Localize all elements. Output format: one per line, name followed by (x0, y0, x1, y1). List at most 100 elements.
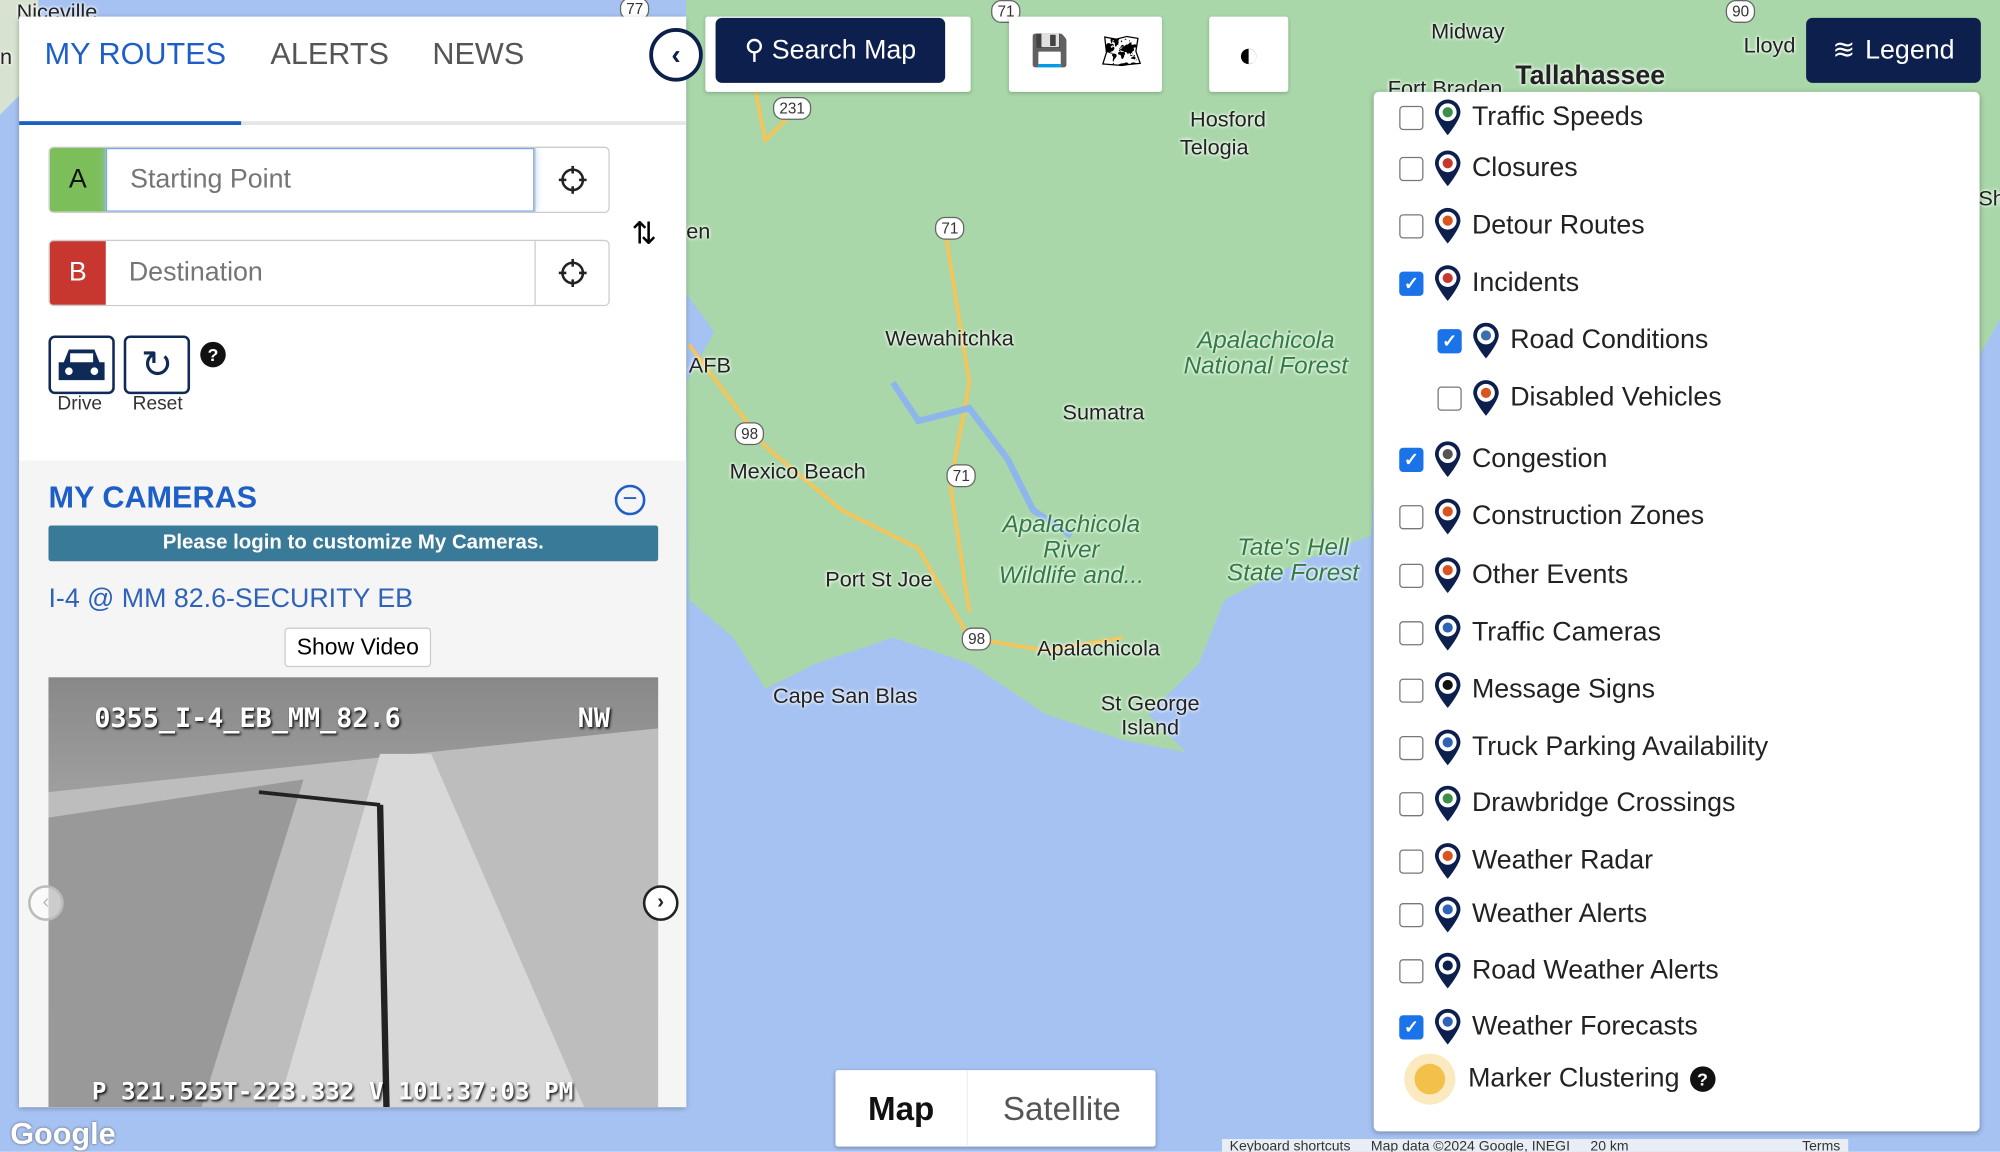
legend-item-drawbridge-crossings[interactable]: Drawbridge Crossings (1399, 784, 1735, 822)
swap-icon[interactable]: ⇅ (631, 216, 657, 253)
legend-checkbox[interactable] (1399, 504, 1424, 529)
map-label: Hosford (1190, 107, 1266, 132)
contrast-toggle-button[interactable]: ◐ (1209, 16, 1289, 92)
legend-item-label: Road Weather Alerts (1471, 955, 1719, 985)
map-label: Lloyd (1743, 33, 1796, 58)
legend-checkbox[interactable] (1399, 563, 1424, 588)
locate-start-button[interactable] (534, 147, 608, 212)
destination-input[interactable] (105, 241, 535, 305)
legend-checkbox[interactable] (1399, 902, 1424, 927)
map-label: Apalachicola National Forest (1183, 327, 1349, 381)
my-cameras-section: MY CAMERAS − Please login to customize M… (19, 460, 687, 1108)
drawbridge-icon (1434, 785, 1461, 822)
reset-label: Reset (132, 392, 183, 415)
legend-checkbox[interactable] (1399, 156, 1424, 181)
legend-item-label: Traffic Cameras (1471, 617, 1661, 647)
legend-item-label: Weather Radar (1471, 845, 1654, 875)
legend-label: Legend (1865, 35, 1955, 65)
legend-item-weather-alerts[interactable]: Weather Alerts (1399, 895, 1647, 933)
drive-label: Drive (57, 392, 103, 415)
legend-checkbox[interactable]: ✓ (1437, 328, 1462, 353)
collapse-panel-button[interactable]: ‹ (649, 28, 703, 82)
contrast-icon: ◐ (1237, 33, 1260, 74)
legend-item-label: Message Signs (1471, 674, 1656, 705)
legend-item-traffic-speeds[interactable]: Traffic Speeds (1399, 98, 1643, 136)
save-icon[interactable]: 💾 (1031, 33, 1069, 70)
map-marker-icon[interactable]: 🗺 (1101, 32, 1143, 72)
legend-checkbox[interactable] (1399, 677, 1424, 703)
legend-checkbox[interactable] (1399, 213, 1424, 238)
legend-panel: Traffic Speeds Closures Detour Routes ✓ Inci… (1373, 91, 1980, 1132)
map-label: Cape San Blas (772, 683, 918, 708)
search-map-button[interactable]: ⚲ Search Map (715, 17, 946, 83)
legend-item-detour-routes[interactable]: Detour Routes (1399, 207, 1645, 245)
legend-checkbox[interactable]: ✓ (1399, 1014, 1424, 1039)
side-panel: MY ROUTES ALERTS NEWS A B ⇅ Drive ↻ Rese… (19, 16, 687, 1108)
app: Niceville n Midway Tallahassee Lloyd Hos… (0, 0, 2000, 1152)
legend-checkbox[interactable] (1399, 958, 1424, 983)
congestion-icon (1434, 441, 1461, 478)
legend-checkbox[interactable] (1399, 105, 1424, 130)
tab-alerts[interactable]: ALERTS (270, 37, 389, 73)
help-icon[interactable]: ? (1689, 1066, 1716, 1092)
drive-button[interactable] (48, 335, 115, 395)
weather-forecast-icon (1434, 1008, 1461, 1045)
scale-bar[interactable]: 20 km (1590, 1139, 1628, 1152)
legend-item-incidents[interactable]: ✓ Incidents (1399, 264, 1579, 302)
legend-checkbox[interactable] (1399, 620, 1424, 645)
legend-checkbox[interactable] (1399, 791, 1424, 816)
truck-parking-icon (1434, 729, 1461, 766)
help-icon[interactable]: ? (200, 341, 226, 368)
map-label: Sumatra (1062, 400, 1145, 425)
closures-icon (1434, 150, 1461, 187)
previous-camera-button[interactable]: ‹ (28, 885, 64, 921)
legend-checkbox[interactable] (1399, 848, 1424, 874)
login-message: Please login to customize My Cameras. (48, 525, 659, 562)
legend-checkbox[interactable] (1399, 735, 1424, 760)
map-label: AFB (688, 353, 731, 378)
legend-item-weather-forecasts[interactable]: ✓ Weather Forecasts (1399, 1008, 1698, 1046)
highway-shield: 98 (961, 627, 992, 651)
legend-item-message-signs[interactable]: Message Signs (1399, 671, 1655, 709)
legend-item-road-conditions[interactable]: ✓ Road Conditions (1437, 321, 1708, 359)
tab-news[interactable]: NEWS (432, 37, 524, 73)
legend-item-disabled-vehicles[interactable]: Disabled Vehicles (1437, 379, 1722, 417)
cluster-icon (1404, 1053, 1456, 1105)
map-type-control: Map Satellite (835, 1070, 1156, 1147)
crosshair-icon (558, 258, 587, 287)
map-label: n (0, 44, 13, 69)
locate-destination-button[interactable] (534, 241, 608, 305)
search-map-label: Search Map (771, 35, 917, 65)
legend-checkbox[interactable]: ✓ (1399, 447, 1424, 472)
camera-name-link[interactable]: I-4 @ MM 82.6-SECURITY EB (48, 584, 413, 615)
legend-checkbox[interactable] (1437, 385, 1462, 411)
show-video-button[interactable]: Show Video (284, 627, 432, 668)
reset-button[interactable]: ↻ (123, 335, 191, 395)
legend-item-closures[interactable]: Closures (1399, 149, 1578, 187)
legend-button[interactable]: ≋ Legend (1806, 17, 1981, 83)
legend-item-truck-parking-availability[interactable]: Truck Parking Availability (1399, 728, 1768, 766)
next-camera-button[interactable]: › (642, 885, 679, 921)
collapse-cameras-icon[interactable]: − (614, 484, 646, 516)
other-events-icon (1434, 557, 1461, 594)
starting-point-input[interactable] (105, 147, 535, 212)
legend-item-weather-radar[interactable]: Weather Radar (1399, 842, 1653, 880)
legend-item-congestion[interactable]: ✓ Congestion (1399, 440, 1607, 478)
terms-link[interactable]: Terms (1802, 1139, 1840, 1152)
map-type-satellite[interactable]: Satellite (966, 1070, 1156, 1147)
legend-item-other-events[interactable]: Other Events (1399, 556, 1628, 594)
legend-checkbox[interactable]: ✓ (1399, 271, 1424, 296)
keyboard-shortcuts-link[interactable]: Keyboard shortcuts (1230, 1139, 1351, 1152)
map-label: Port St Joe (825, 567, 933, 592)
legend-item-label: Incidents (1471, 267, 1580, 298)
legend-item-road-weather-alerts[interactable]: Road Weather Alerts (1399, 952, 1719, 990)
starting-point-row: A (48, 146, 610, 214)
map-type-map[interactable]: Map (835, 1070, 966, 1147)
legend-item-construction-zones[interactable]: Construction Zones (1399, 497, 1704, 535)
legend-item-label: Truck Parking Availability (1471, 732, 1769, 762)
my-cameras-title: MY CAMERAS (48, 480, 258, 516)
highway-shield: 71 (946, 464, 977, 488)
tab-my-routes[interactable]: MY ROUTES (45, 37, 226, 73)
legend-item-traffic-cameras[interactable]: Traffic Cameras (1399, 614, 1661, 652)
marker-clustering-item[interactable]: Marker Clustering? (1402, 1051, 1716, 1107)
